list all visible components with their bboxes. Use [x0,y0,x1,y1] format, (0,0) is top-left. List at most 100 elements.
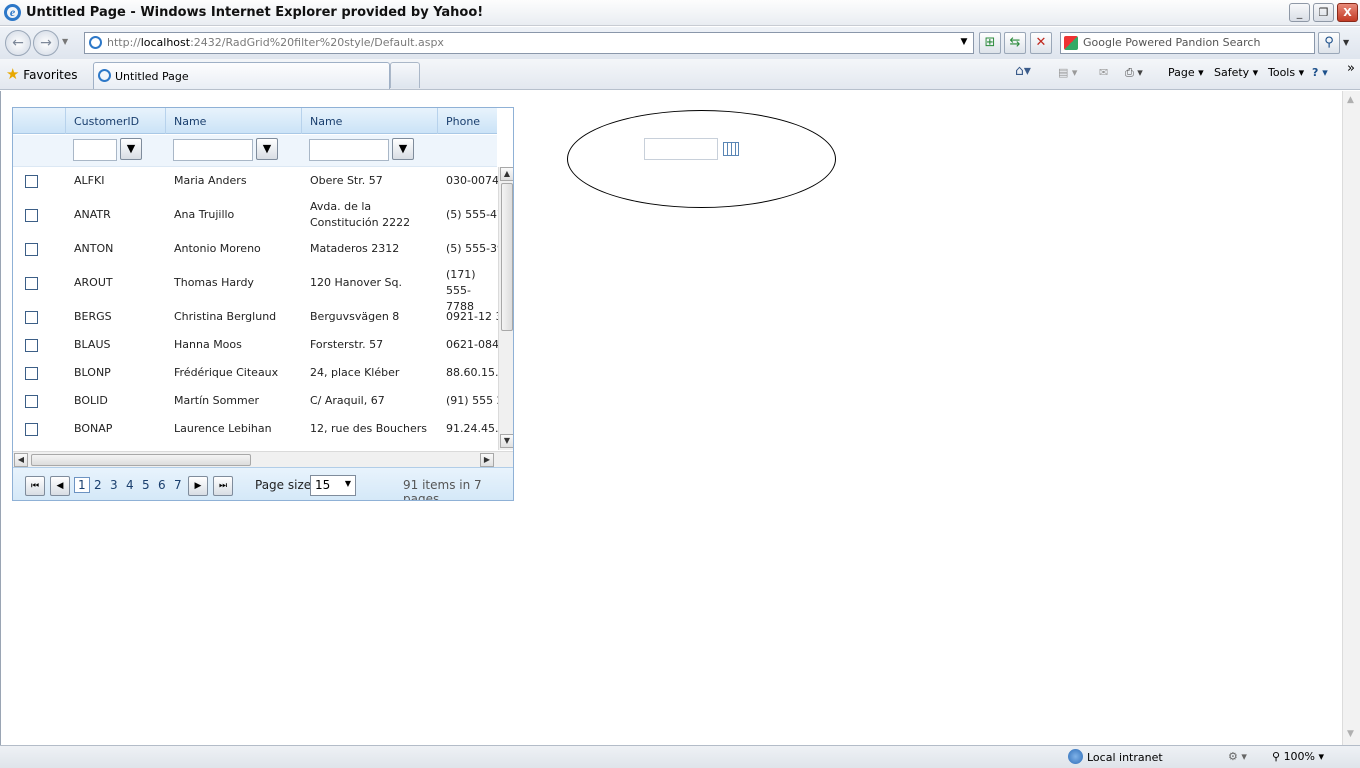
grid-vertical-scrollbar[interactable]: ▲ ▼ [498,167,513,450]
cell-name: Martín Sommer [174,394,260,407]
refresh-icon[interactable]: ⇆ [1004,32,1026,54]
header-customerid[interactable]: CustomerID [66,108,166,134]
cell-phone: 91.24.45.4 [446,422,498,435]
row-checkbox[interactable] [25,277,38,290]
table-row: ANATR Ana Trujillo Avda. de la Constituc… [13,195,498,235]
cell-address: Avda. de la Constitución 2222 [310,200,411,229]
grid-horizontal-scrollbar[interactable]: ◀ ▶ [13,451,513,467]
cell-customerid: BLAUS [74,338,111,351]
next-page-icon[interactable]: ▶ [188,476,208,496]
window-title-bar: e Untitled Page - Windows Internet Explo… [0,0,1360,26]
command-bar: ★ Favorites Untitled Page ⌂▾ ▤ ▾ ✉ ⎙ ▾ P… [0,59,1360,90]
header-contact-name[interactable]: Name [166,108,302,134]
cell-name: Christina Berglund [174,310,277,323]
forward-button[interactable]: → [33,30,59,56]
grid-scroll-up-icon[interactable]: ▲ [500,167,513,181]
address-bar[interactable]: http://localhost:2432/RadGrid%20filter%2… [84,32,974,54]
cell-name: Hanna Moos [174,338,242,351]
tab-page-icon [98,69,111,82]
search-icon[interactable]: ⚲ [1318,32,1340,54]
page-link[interactable]: 6 [158,478,166,492]
page-size-select[interactable]: 15 ▼ [310,475,356,496]
filter-icon[interactable]: ▼ [120,138,142,160]
address-dropdown-icon[interactable]: ▼ [956,32,972,54]
window-title: Untitled Page - Windows Internet Explore… [26,5,484,20]
cell-customerid: BLONP [74,366,111,379]
row-checkbox[interactable] [25,423,38,436]
zoom-control[interactable]: ⚲ 100% ▾ [1272,750,1324,763]
protected-mode-icon[interactable]: ⚙ ▾ [1228,750,1247,763]
cell-phone: 030-00743 [446,174,498,187]
help-icon[interactable]: ? ▾ [1312,66,1328,79]
tab-untitled-page[interactable]: Untitled Page [93,62,390,89]
grid-vertical-scroll-thumb[interactable] [501,183,513,331]
row-checkbox[interactable] [25,311,38,324]
new-tab-button[interactable] [390,62,420,88]
page-link[interactable]: 4 [126,478,134,492]
filter-icon[interactable]: ▼ [392,138,414,160]
row-checkbox[interactable] [25,243,38,256]
cell-phone: (5) 555-47 [446,208,498,221]
row-checkbox[interactable] [25,175,38,188]
scroll-up-arrow-icon[interactable]: ▲ [1347,95,1354,105]
address-toolbar: ← → ▼ http://localhost:2432/RadGrid%20fi… [0,27,1360,59]
cell-customerid: BOLID [74,394,108,407]
tools-menu[interactable]: Tools ▾ [1268,66,1304,79]
cell-address: C/ Araquil, 67 [310,394,385,407]
row-checkbox[interactable] [25,339,38,352]
page-link-current[interactable]: 1 [74,477,90,493]
first-page-icon[interactable]: ⏮ [25,476,45,496]
favorites-button[interactable]: ★ Favorites [6,65,78,83]
calendar-icon[interactable] [723,142,739,156]
read-mail-icon[interactable]: ✉ [1099,66,1108,79]
stop-icon[interactable]: ✕ [1030,32,1052,54]
filter-icon[interactable]: ▼ [256,138,278,160]
history-dropdown-icon[interactable]: ▼ [62,37,68,46]
cell-customerid: ANTON [74,242,114,255]
minimize-button[interactable]: _ [1289,3,1310,22]
cell-name: Antonio Moreno [174,242,261,255]
grid-horizontal-scroll-thumb[interactable] [31,454,251,466]
search-input[interactable]: Google Powered Pandion Search [1060,32,1315,54]
header-address-name[interactable]: Name [302,108,438,134]
row-checkbox[interactable] [25,395,38,408]
row-checkbox[interactable] [25,367,38,380]
close-window-button[interactable]: X [1337,3,1358,22]
filter-input-address[interactable] [309,139,389,161]
scroll-down-arrow-icon[interactable]: ▼ [1347,729,1354,739]
filter-input-customerid[interactable] [73,139,117,161]
header-select-column [13,108,66,134]
restore-button[interactable]: ❐ [1313,3,1334,22]
grid-scroll-down-icon[interactable]: ▼ [500,434,513,448]
more-commands-chevron[interactable]: » [1347,61,1355,76]
page-icon [89,36,102,49]
cell-phone: 0921-12 3 [446,310,498,323]
feeds-icon[interactable]: ▤ ▾ [1058,66,1077,79]
print-icon[interactable]: ⎙ ▾ [1125,66,1143,80]
table-row: ALFKI Maria Anders Obere Str. 57 030-007… [13,167,498,195]
page-link[interactable]: 5 [142,478,150,492]
page-link[interactable]: 2 [94,478,102,492]
page-link[interactable]: 7 [174,478,182,492]
page-vertical-scrollbar[interactable]: ▲ ▼ [1342,91,1360,745]
back-button[interactable]: ← [5,30,31,56]
page-link[interactable]: 3 [110,478,118,492]
last-page-icon[interactable]: ⏭ [213,476,233,496]
grid-header: CustomerID Name Name Phone [13,108,497,134]
header-phone[interactable]: Phone [438,108,498,134]
filter-input-name[interactable] [173,139,253,161]
safety-menu[interactable]: Safety ▾ [1214,66,1258,79]
prev-page-icon[interactable]: ◀ [50,476,70,496]
home-icon[interactable]: ⌂▾ [1015,63,1031,79]
page-menu[interactable]: Page ▾ [1168,66,1204,79]
cell-address: 120 Hanover Sq. [310,276,402,289]
search-options-icon[interactable]: ▼ [1343,38,1349,47]
cell-address: Berguvsvägen 8 [310,310,400,323]
ie-logo-icon: e [4,4,21,21]
grid-scroll-right-icon[interactable]: ▶ [480,453,494,467]
cell-phone: 0621-0846 [446,338,498,351]
date-input[interactable] [644,138,718,160]
grid-scroll-left-icon[interactable]: ◀ [14,453,28,467]
compatibility-view-icon[interactable]: ⊞ [979,32,1001,54]
row-checkbox[interactable] [25,209,38,222]
